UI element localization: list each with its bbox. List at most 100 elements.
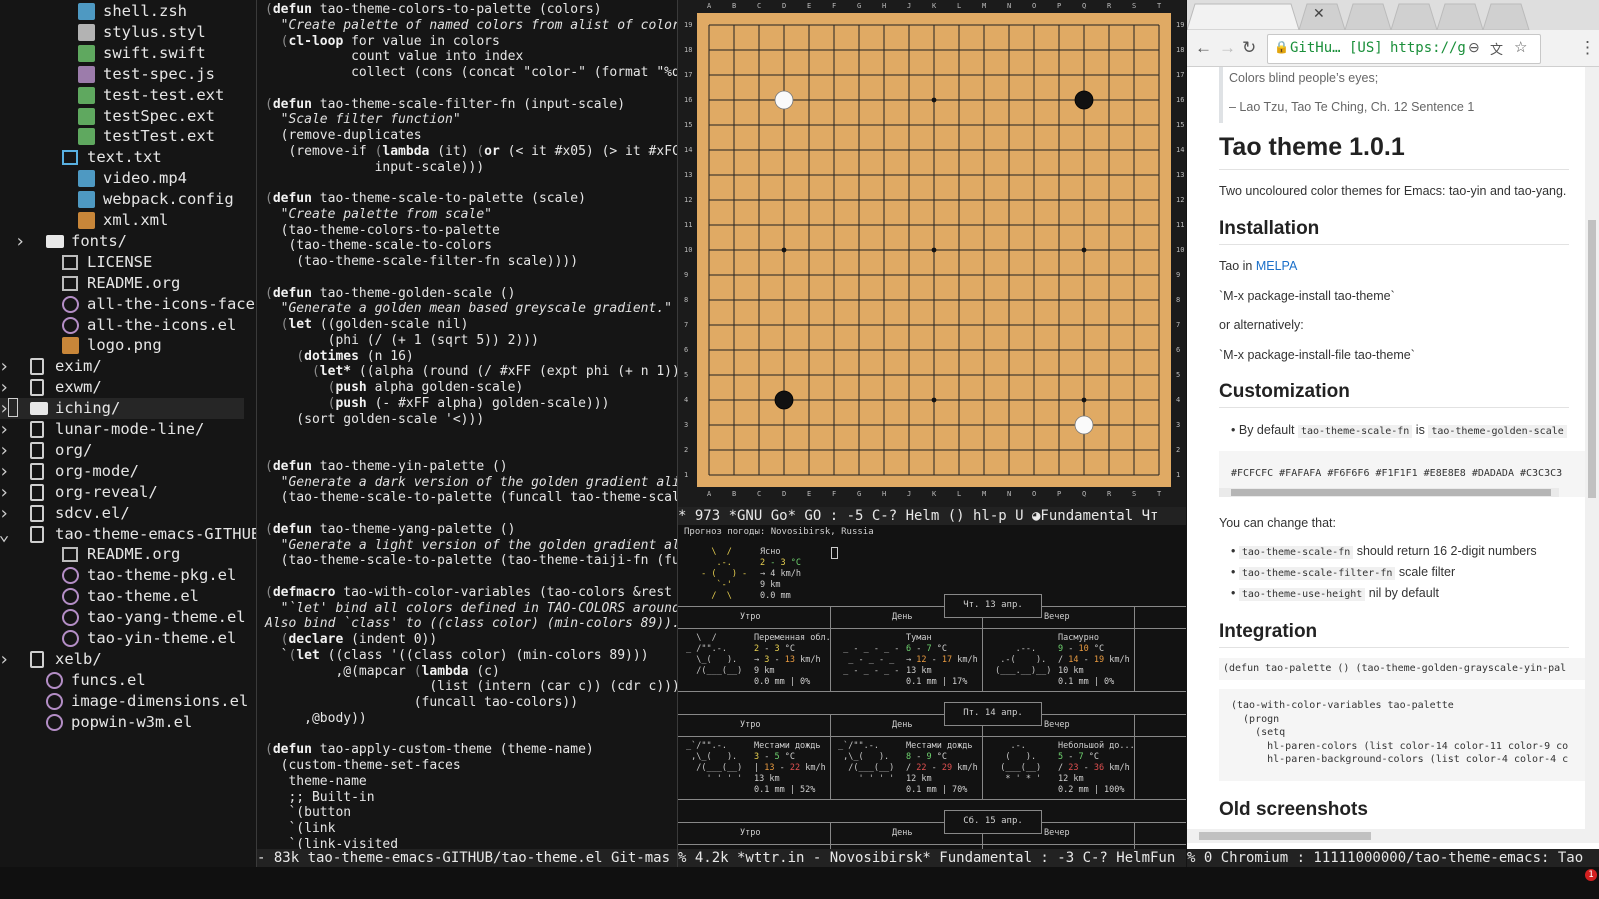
code-line[interactable]: (list (intern (car c)) (cdr c))) bbox=[265, 679, 677, 695]
chevron-right-icon[interactable]: › bbox=[0, 419, 14, 440]
tree-item[interactable]: › org/ bbox=[0, 440, 244, 461]
tree-item[interactable]: › org-reveal/ bbox=[0, 482, 244, 503]
forward-icon[interactable]: → bbox=[1219, 30, 1236, 66]
code-line[interactable]: `(button ((t » bbox=[265, 805, 677, 821]
zoom-icon[interactable]: ⊖ bbox=[1468, 39, 1480, 56]
chevron-right-icon[interactable]: › bbox=[0, 377, 14, 398]
code-line[interactable]: (defun tao-theme-scale-filter-fn (input-… bbox=[265, 97, 625, 113]
code-line[interactable]: (let* ((alpha (round (/ #xFF (expt phi (… bbox=[265, 364, 677, 380]
code-line[interactable]: (push (- #xFF alpha) golden-scale))) bbox=[265, 396, 610, 412]
code-line[interactable]: (cl-loop for value in colors bbox=[265, 34, 500, 50]
code-line[interactable]: (defun tao-theme-yin-palette () bbox=[265, 459, 508, 475]
reload-icon[interactable]: ↻ bbox=[1242, 30, 1256, 66]
code-line[interactable]: "Scale filter function" bbox=[265, 112, 461, 128]
code-line[interactable]: (tao-theme-colors-to-palette bbox=[265, 223, 500, 239]
chevron-right-icon[interactable]: › bbox=[0, 440, 14, 461]
code-line[interactable]: (declare (indent 0)) bbox=[265, 632, 438, 648]
menu-icon[interactable]: ⋮ bbox=[1579, 30, 1596, 66]
code-line[interactable]: "`let' bind all colors defined in TAO-CO… bbox=[265, 601, 677, 617]
code-line[interactable]: (remove-if (lambda (it) (or (< it #x05) … bbox=[265, 144, 677, 160]
code-line[interactable]: ,@body)) bbox=[265, 711, 367, 727]
tree-item[interactable]: tao-yang-theme.el bbox=[0, 607, 246, 628]
code-line[interactable]: "Create palette of named colors from ali… bbox=[265, 18, 677, 34]
code-line[interactable]: (custom-theme-set-faces bbox=[265, 758, 461, 774]
code-line[interactable]: (remove-duplicates bbox=[265, 128, 422, 144]
code-line[interactable]: (let ((golden-scale nil) bbox=[265, 317, 469, 333]
tree-item[interactable]: › sdcv.el/ bbox=[0, 503, 244, 524]
tree-item[interactable]: › org-mode/ bbox=[0, 461, 244, 482]
code-line[interactable]: (defun tao-theme-colors-to-palette (colo… bbox=[265, 2, 602, 18]
vertical-scrollbar[interactable] bbox=[1585, 67, 1599, 829]
tree-item[interactable]: image-dimensions.el bbox=[0, 691, 248, 712]
chevron-right-icon[interactable]: › bbox=[0, 482, 14, 503]
code-line[interactable]: (defmacro tao-with-color-variables (tao-… bbox=[265, 585, 677, 601]
code-line[interactable]: ;; Built-in bbox=[265, 790, 374, 806]
code-line[interactable]: ,@(mapcar (lambda (c) bbox=[265, 664, 499, 680]
tree-item[interactable]: › fonts/ bbox=[0, 231, 244, 252]
code-line[interactable]: count value into index bbox=[265, 49, 523, 65]
weather-pane[interactable]: Прогноз погоды: Novosibirsk, Russia \ / … bbox=[678, 525, 1186, 867]
tree-item[interactable]: › lunar-mode-line/ bbox=[0, 419, 244, 440]
notification-badge[interactable]: 1 bbox=[1585, 869, 1597, 881]
code-line[interactable]: (push alpha golden-scale) bbox=[265, 380, 524, 396]
code-editor[interactable]: (defun tao-theme-colors-to-palette (colo… bbox=[257, 0, 677, 867]
chevron-right-icon[interactable]: › bbox=[10, 231, 30, 252]
code-line[interactable]: (tao-theme-scale-to-colors bbox=[265, 238, 492, 254]
tree-item[interactable]: logo.png bbox=[0, 335, 244, 356]
tree-item[interactable]: testSpec.ext bbox=[0, 106, 244, 127]
tree-item[interactable]: tao-yin-theme.el bbox=[0, 628, 244, 649]
code-line[interactable]: input-scale))) bbox=[265, 160, 485, 176]
horizontal-scrollbar-thumb[interactable] bbox=[1199, 832, 1371, 840]
tree-item[interactable]: stylus.styl bbox=[0, 22, 244, 43]
code-line[interactable]: (defun tao-theme-yang-palette () bbox=[265, 522, 515, 538]
code-line[interactable]: (defun tao-theme-scale-to-palette (scale… bbox=[265, 191, 586, 207]
code-line[interactable]: (defun tao-theme-golden-scale () bbox=[265, 286, 515, 302]
close-tab-icon[interactable]: ✕ bbox=[1313, 5, 1325, 22]
code-line[interactable]: "Generate a golden mean based greyscale … bbox=[265, 301, 672, 317]
tree-item[interactable]: ›iching/ bbox=[0, 398, 244, 420]
code-line[interactable]: (defun tao-apply-custom-theme (theme-nam… bbox=[265, 742, 594, 758]
code-line[interactable]: (funcall tao-colors)) bbox=[265, 695, 578, 711]
code-hscroll-thumb[interactable] bbox=[1231, 489, 1551, 496]
code-line[interactable]: (phi (/ (+ 1 (sqrt 5)) 2))) bbox=[265, 333, 539, 349]
code-line[interactable]: `(let ((class '((class color) (min-color… bbox=[265, 648, 649, 664]
horizontal-scrollbar[interactable] bbox=[1187, 829, 1599, 843]
page-content[interactable]: Colors blind people’s eyes; – Lao Tzu, T… bbox=[1187, 67, 1585, 849]
tree-item[interactable]: swift.swift bbox=[0, 43, 244, 64]
tree-item[interactable]: ⌄ tao-theme-emacs-GITHUB/ bbox=[0, 524, 256, 545]
tree-item[interactable]: README.org bbox=[0, 273, 244, 294]
tree-item[interactable]: all-the-icons.el bbox=[0, 315, 244, 336]
chevron-right-icon[interactable]: › bbox=[0, 461, 14, 482]
code-line[interactable]: theme-name bbox=[265, 774, 366, 790]
code-line[interactable]: (sort golden-scale '<))) bbox=[265, 412, 484, 428]
melpa-link[interactable]: MELPA bbox=[1256, 259, 1297, 273]
tree-item[interactable]: LICENSE bbox=[0, 252, 244, 273]
bookmark-star-icon[interactable]: ☆ bbox=[1514, 38, 1527, 56]
translate-icon[interactable]: 文 bbox=[1490, 39, 1503, 58]
vertical-scrollbar-thumb[interactable] bbox=[1588, 220, 1596, 498]
tree-item[interactable]: › xelb/ bbox=[0, 649, 244, 670]
tree-item[interactable]: testTest.ext bbox=[0, 126, 244, 147]
tree-item[interactable]: all-the-icons-faces.e bbox=[0, 294, 256, 315]
chevron-right-icon[interactable]: › bbox=[0, 356, 14, 377]
tree-item[interactable]: README.org bbox=[0, 544, 244, 565]
code-line[interactable]: "Generate a light version of the golden … bbox=[265, 538, 677, 554]
tree-item[interactable]: shell.zsh bbox=[0, 1, 244, 22]
address-bar[interactable]: 🔒 GitHu… [US] https://g ⊖ 文 ☆ bbox=[1267, 34, 1541, 64]
chevron-down-icon[interactable]: ⌄ bbox=[0, 524, 14, 545]
code-line[interactable]: "Generate a dark version of the golden g… bbox=[265, 475, 677, 491]
code-line[interactable]: (tao-theme-scale-to-palette (funcall tao… bbox=[265, 490, 677, 506]
go-board[interactable] bbox=[697, 13, 1171, 487]
tree-item[interactable]: test-spec.js bbox=[0, 64, 244, 85]
tree-item[interactable]: › exwm/ bbox=[0, 377, 244, 398]
code-line[interactable]: "Create palette from scale" bbox=[265, 207, 492, 223]
tree-item[interactable]: tao-theme-pkg.el bbox=[0, 565, 244, 586]
code-hscroll[interactable] bbox=[1219, 488, 1559, 497]
code-line[interactable]: collect (cons (concat "color-" (format "… bbox=[265, 65, 677, 81]
code-line[interactable]: (tao-theme-scale-to-palette (tao-theme-t… bbox=[265, 553, 677, 569]
back-icon[interactable]: ← bbox=[1195, 30, 1212, 66]
tree-item[interactable]: popwin-w3m.el bbox=[0, 712, 244, 733]
tree-item[interactable]: xml.xml bbox=[0, 210, 244, 231]
tree-item[interactable]: text.txt bbox=[0, 147, 244, 168]
tree-item[interactable]: video.mp4 bbox=[0, 168, 244, 189]
